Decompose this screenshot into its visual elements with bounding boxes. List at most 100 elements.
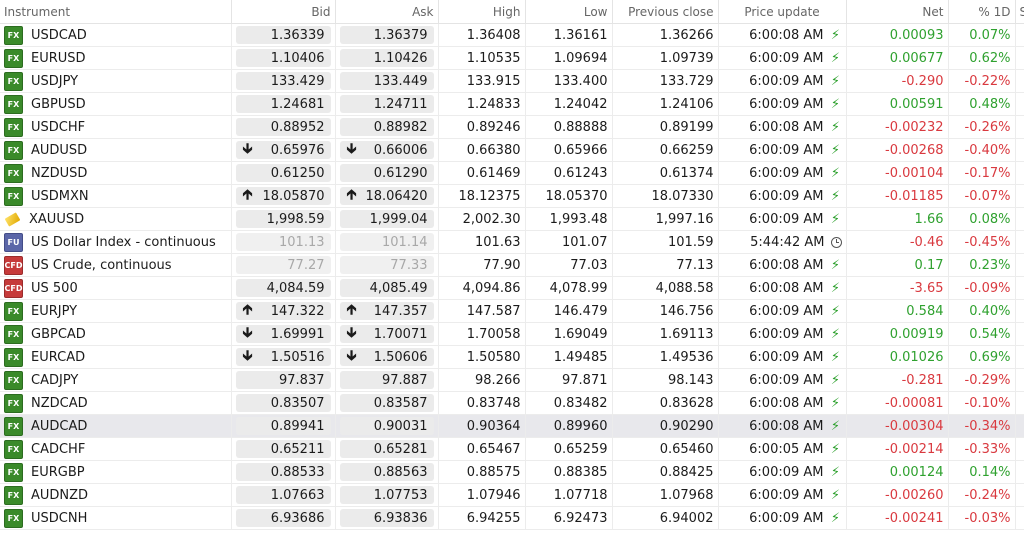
bid-button[interactable]: 1,998.59 (235, 210, 331, 228)
bid-cell[interactable]: 0.65211 (231, 437, 336, 461)
table-row[interactable]: FX GBPCAD 🡳 1.69991 🡳 1.70071 1.70058 1.69049 1.… (0, 322, 1024, 346)
instrument-cell[interactable]: FX GBPCAD (0, 322, 232, 346)
instrument-cell[interactable]: FX EURGBP (0, 460, 232, 484)
bid-cell[interactable]: 97.837 (231, 368, 336, 392)
ask-cell[interactable]: 🡳 0.66006 (335, 138, 439, 162)
bid-button[interactable]: 97.837 (235, 371, 331, 389)
bid-button[interactable]: 0.61250 (235, 164, 331, 182)
instrument-cell[interactable]: FX USDCHF (0, 115, 232, 139)
column-header-ask[interactable]: Ask (335, 0, 439, 24)
ask-button[interactable]: 4,085.49 (339, 279, 434, 297)
bid-cell[interactable]: 0.88952 (231, 115, 336, 139)
ask-cell[interactable]: 4,085.49 (335, 276, 439, 300)
ask-cell[interactable]: 🡳 1.70071 (335, 322, 439, 346)
ask-button[interactable]: 77.33 (339, 256, 434, 274)
bid-cell[interactable]: 1.24681 (231, 92, 336, 116)
ask-cell[interactable]: 0.88563 (335, 460, 439, 484)
ask-cell[interactable]: 1.36379 (335, 23, 439, 47)
bid-cell[interactable]: 1,998.59 (231, 207, 336, 231)
ask-button[interactable]: 0.65281 (339, 440, 434, 458)
table-row[interactable]: FX USDCNH 6.93686 6.93836 6.94255 6.92473 6.94… (0, 506, 1024, 530)
ask-button[interactable]: 97.887 (339, 371, 434, 389)
ask-cell[interactable]: 0.65281 (335, 437, 439, 461)
table-row[interactable]: FX AUDNZD 1.07663 1.07753 1.07946 1.07718 1.07… (0, 483, 1024, 507)
bid-button[interactable]: 0.88952 (235, 118, 331, 136)
column-header-high[interactable]: High (438, 0, 526, 24)
table-row[interactable]: FX NZDUSD 0.61250 0.61290 0.61469 0.61243 0.61… (0, 161, 1024, 185)
column-header-instrument[interactable]: Instrument (0, 0, 232, 24)
instrument-cell[interactable]: XAUUSD (0, 207, 232, 231)
ask-cell[interactable]: 1.10426 (335, 46, 439, 70)
bid-button[interactable]: 1.24681 (235, 95, 331, 113)
bid-button[interactable]: 🡱 147.322 (235, 302, 331, 320)
bid-cell[interactable]: 🡳 1.69991 (231, 322, 336, 346)
bid-cell[interactable]: 101.13 (231, 230, 336, 254)
bid-button[interactable]: 🡳 1.50516 (235, 348, 331, 366)
bid-button[interactable]: 133.429 (235, 72, 331, 90)
ask-cell[interactable]: 🡱 18.06420 (335, 184, 439, 208)
instrument-cell[interactable]: FX USDJPY (0, 69, 232, 93)
column-header-low[interactable]: Low (525, 0, 613, 24)
column-header-previous-close[interactable]: Previous close (612, 0, 719, 24)
bid-cell[interactable]: 🡱 18.05870 (231, 184, 336, 208)
bid-button[interactable]: 4,084.59 (235, 279, 331, 297)
ask-cell[interactable]: 🡱 147.357 (335, 299, 439, 323)
instrument-cell[interactable]: FX NZDCAD (0, 391, 232, 415)
bid-cell[interactable]: 133.429 (231, 69, 336, 93)
bid-cell[interactable]: 1.07663 (231, 483, 336, 507)
ask-button[interactable]: 🡱 18.06420 (339, 187, 434, 205)
bid-button[interactable]: 6.93686 (235, 509, 331, 527)
instrument-cell[interactable]: FX AUDCAD (0, 414, 232, 438)
instrument-cell[interactable]: FX NZDUSD (0, 161, 232, 185)
bid-cell[interactable]: 0.61250 (231, 161, 336, 185)
ask-cell[interactable]: 97.887 (335, 368, 439, 392)
bid-button[interactable]: 101.13 (235, 233, 331, 251)
bid-cell[interactable]: 0.83507 (231, 391, 336, 415)
instrument-cell[interactable]: FX AUDUSD (0, 138, 232, 162)
bid-cell[interactable]: 0.88533 (231, 460, 336, 484)
instrument-cell[interactable]: FX GBPUSD (0, 92, 232, 116)
table-row[interactable]: FX EURGBP 0.88533 0.88563 0.88575 0.88385 0.88… (0, 460, 1024, 484)
instrument-cell[interactable]: FX AUDNZD (0, 483, 232, 507)
table-row[interactable]: FX GBPUSD 1.24681 1.24711 1.24833 1.24042 1.24… (0, 92, 1024, 116)
column-header-price-update[interactable]: Price update (718, 0, 847, 24)
instrument-cell[interactable]: FX EURCAD (0, 345, 232, 369)
table-row[interactable]: FU US Dollar Index - continuous 101.13 101.… (0, 230, 1024, 254)
ask-button[interactable]: 133.449 (339, 72, 434, 90)
table-row[interactable]: FX AUDCAD 0.89941 0.90031 0.90364 0.89960 0.90… (0, 414, 1024, 438)
ask-cell[interactable]: 0.88982 (335, 115, 439, 139)
table-row[interactable]: FX EURUSD 1.10406 1.10426 1.10535 1.09694 1.09… (0, 46, 1024, 70)
bid-button[interactable]: 🡳 0.65976 (235, 141, 331, 159)
table-row[interactable]: FX USDCHF 0.88952 0.88982 0.89246 0.88888 0.89… (0, 115, 1024, 139)
column-header-bid[interactable]: Bid (231, 0, 336, 24)
instrument-cell[interactable]: FX USDCNH (0, 506, 232, 530)
instrument-cell[interactable]: FX USDCAD (0, 23, 232, 47)
bid-cell[interactable]: 🡳 1.50516 (231, 345, 336, 369)
column-header-percent-1d[interactable]: % 1D (948, 0, 1016, 24)
ask-cell[interactable]: 1,999.04 (335, 207, 439, 231)
bid-button[interactable]: 0.83507 (235, 394, 331, 412)
ask-button[interactable]: 6.93836 (339, 509, 434, 527)
bid-cell[interactable]: 6.93686 (231, 506, 336, 530)
table-row[interactable]: CFD US 500 4,084.59 4,085.49 4,094.86 4,078.9… (0, 276, 1024, 300)
instrument-cell[interactable]: FU US Dollar Index - continuous (0, 230, 232, 254)
instrument-cell[interactable]: CFD US Crude, continuous (0, 253, 232, 277)
ask-cell[interactable]: 0.61290 (335, 161, 439, 185)
bid-button[interactable]: 🡱 18.05870 (235, 187, 331, 205)
bid-button[interactable]: 0.89941 (235, 417, 331, 435)
ask-button[interactable]: 🡳 0.66006 (339, 141, 434, 159)
instrument-cell[interactable]: FX EURJPY (0, 299, 232, 323)
ask-cell[interactable]: 1.24711 (335, 92, 439, 116)
table-row[interactable]: FX USDMXN 🡱 18.05870 🡱 18.06420 18.12375 18.053… (0, 184, 1024, 208)
bid-cell[interactable]: 🡱 147.322 (231, 299, 336, 323)
ask-button[interactable]: 🡱 147.357 (339, 302, 434, 320)
instrument-cell[interactable]: FX EURUSD (0, 46, 232, 70)
ask-button[interactable]: 0.88982 (339, 118, 434, 136)
bid-button[interactable]: 0.65211 (235, 440, 331, 458)
instrument-cell[interactable]: CFD US 500 (0, 276, 232, 300)
column-header-net[interactable]: Net (846, 0, 949, 24)
bid-button[interactable]: 1.07663 (235, 486, 331, 504)
table-row[interactable]: FX USDJPY 133.429 133.449 133.915 133.400 133.… (0, 69, 1024, 93)
table-row[interactable]: FX AUDUSD 🡳 0.65976 🡳 0.66006 0.66380 0.65966 0.… (0, 138, 1024, 162)
bid-button[interactable]: 🡳 1.69991 (235, 325, 331, 343)
